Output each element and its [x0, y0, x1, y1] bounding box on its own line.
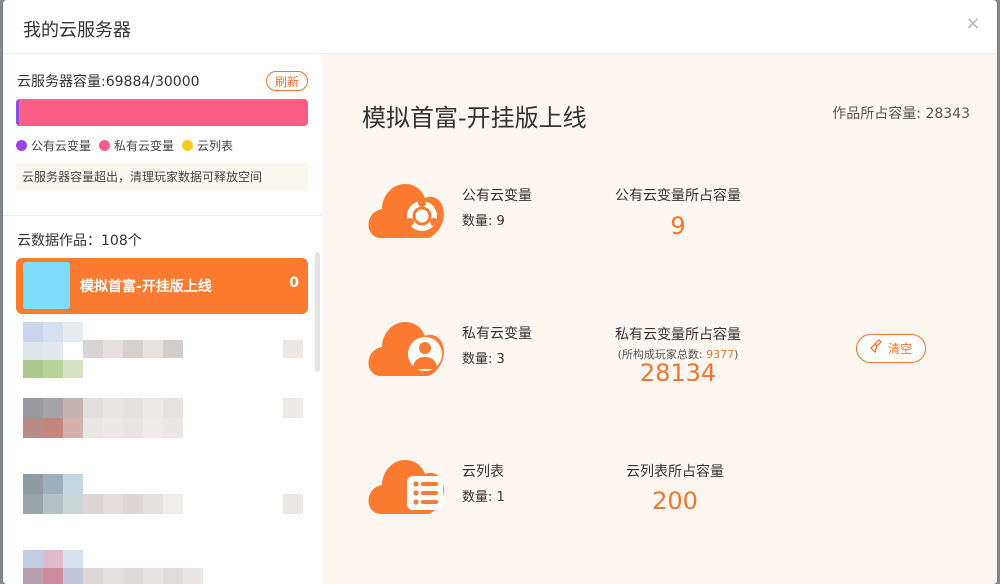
works-count-label: 云数据作品：108个 — [17, 233, 142, 249]
works-list-scrollbar[interactable] — [315, 252, 320, 372]
close-button[interactable]: × — [963, 14, 983, 34]
private-variable-capacity-label: 私有云变量所占容量 — [615, 327, 741, 343]
work-total-capacity: 作品所占容量: 28343 — [832, 106, 970, 122]
cloud-list-icon — [367, 454, 447, 518]
legend-label-private: 私有云变量 — [114, 139, 175, 153]
private-variable-capacity-value: 28134 — [639, 359, 717, 387]
capacity-legend: 公有云变量 私有云变量 云列表 — [16, 137, 233, 154]
work-thumbnail — [23, 262, 70, 309]
legend-label-list: 云列表 — [197, 139, 234, 153]
public-variable-capacity-label: 公有云变量所占容量 — [615, 188, 741, 204]
capacity-bar — [16, 99, 308, 126]
work-item-selected[interactable]: 模拟首富-开挂版上线 0 — [16, 258, 308, 314]
list-item[interactable] — [19, 322, 309, 378]
private-variable-row: 私有云变量 数量: 3 私有云变量所占容量 (所构成玩家总数: 9377) 28… — [322, 316, 997, 416]
legend-item-private: 私有云变量 — [99, 137, 174, 154]
left-panel: 云服务器容量:69884/30000 刷新 公有云变量 私有云变量 云列表 云服… — [3, 54, 322, 584]
cloud-list-capacity-label: 云列表所占容量 — [626, 464, 724, 480]
broom-icon — [870, 335, 884, 363]
capacity-label: 云服务器容量:69884/30000 — [17, 74, 200, 90]
private-variable-count: 数量: 3 — [462, 352, 505, 367]
legend-dot-public-icon — [16, 140, 27, 151]
works-list-blurred — [19, 322, 309, 584]
cloud-server-dialog: 我的云服务器 × 云服务器容量:69884/30000 刷新 公有云变量 私有云… — [3, 0, 997, 584]
cloud-private-variable-icon — [367, 316, 447, 380]
work-title: 模拟首富-开挂版上线 — [362, 104, 587, 132]
work-item-value: 0 — [289, 275, 299, 291]
divider — [3, 215, 322, 216]
cloud-list-name: 云列表 — [462, 464, 504, 480]
list-item[interactable] — [19, 550, 309, 584]
public-variable-count: 数量: 9 — [462, 214, 505, 229]
cloud-public-variable-icon — [367, 178, 447, 242]
public-variable-name: 公有云变量 — [462, 188, 532, 204]
dialog-header: 我的云服务器 × — [3, 0, 997, 54]
private-variable-name: 私有云变量 — [462, 326, 532, 342]
capacity-bar-public-segment — [16, 99, 19, 126]
clear-button-label: 清空 — [887, 341, 912, 356]
detail-panel: 模拟首富-开挂版上线 作品所占容量: 28343 公有云变量 数量: 9 公有云… — [322, 54, 997, 584]
list-item[interactable] — [19, 474, 309, 534]
legend-item-list: 云列表 — [182, 137, 233, 154]
legend-label-public: 公有云变量 — [31, 139, 92, 153]
cloud-list-count: 数量: 1 — [462, 490, 505, 505]
cloud-list-row: 云列表 数量: 1 云列表所占容量 200 — [322, 454, 997, 554]
cloud-list-capacity-value: 200 — [652, 487, 698, 515]
list-item[interactable] — [19, 398, 309, 458]
capacity-warning: 云服务器容量超出，清理玩家数据可释放空间 — [16, 163, 308, 191]
work-item-title: 模拟首富-开挂版上线 — [80, 279, 212, 295]
public-variable-row: 公有云变量 数量: 9 公有云变量所占容量 9 — [322, 178, 997, 278]
public-variable-capacity-value: 9 — [670, 212, 686, 240]
legend-item-public: 公有云变量 — [16, 137, 91, 154]
refresh-button[interactable]: 刷新 — [266, 71, 308, 91]
legend-dot-list-icon — [182, 140, 194, 151]
legend-dot-private-icon — [99, 140, 111, 151]
clear-button[interactable]: 清空 — [856, 334, 926, 363]
dialog-title: 我的云服务器 — [23, 20, 131, 41]
